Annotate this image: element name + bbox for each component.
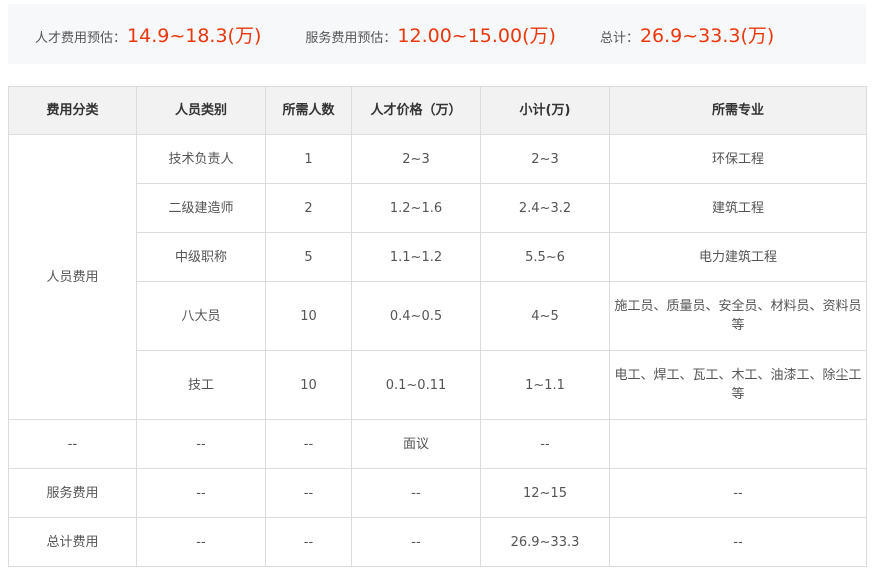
table-row: 八大员 10 0.4~0.5 4~5 施工员、质量员、安全员、材料员、资料员等 xyxy=(9,281,867,351)
staff-type-cell: -- xyxy=(136,468,266,518)
talent-cost-value: 14.9~18.3(万) xyxy=(127,24,262,47)
category-cell: 总计费用 xyxy=(8,517,137,567)
subtotal-cell: -- xyxy=(480,419,610,469)
table-row-service-fee: 服务费用 -- -- -- 12~15 -- xyxy=(8,468,867,518)
column-header-subtotal: 小计(万) xyxy=(480,86,610,135)
table-header-row: 费用分类 人员类别 所需人数 人才价格（万） 小计(万) 所需专业 xyxy=(8,86,867,135)
talent-price-cell: 面议 xyxy=(351,419,481,469)
subtotal-cell: 26.9~33.3 xyxy=(480,517,610,567)
subtotal-cell[interactable]: 5.5~6 xyxy=(480,232,610,282)
headcount-cell: -- xyxy=(265,419,352,469)
talent-cost-estimate: 人才费用预估： 14.9~18.3(万) xyxy=(35,21,261,48)
talent-price-cell: 1.2~1.6 xyxy=(351,183,481,233)
category-cell: 服务费用 xyxy=(8,468,137,518)
column-header-staff-type: 人员类别 xyxy=(136,86,266,135)
major-cell: 施工员、质量员、安全员、材料员、资料员等 xyxy=(609,281,867,351)
major-cell: 环保工程 xyxy=(609,134,867,184)
talent-price-cell: 0.4~0.5 xyxy=(351,281,481,351)
headcount-cell: 2 xyxy=(265,183,352,233)
total-cost-label: 总计： xyxy=(599,30,639,46)
column-header-headcount: 所需人数 xyxy=(265,86,352,135)
headcount-cell: 10 xyxy=(265,350,352,420)
headcount-cell: -- xyxy=(265,517,352,567)
total-cost-value: 26.9~33.3(万) xyxy=(639,24,775,47)
service-cost-value: 12.00~15.00(万) xyxy=(397,24,556,47)
service-cost-estimate: 服务费用预估： 12.00~15.00(万) xyxy=(305,21,556,48)
staff-type-cell: -- xyxy=(136,419,266,469)
table-row-negotiable: -- -- -- 面议 -- xyxy=(8,419,867,469)
column-header-category: 费用分类 xyxy=(8,86,137,135)
subtotal-cell[interactable]: 4~5 xyxy=(480,281,610,351)
staff-type-cell: 二级建造师 xyxy=(136,183,266,233)
staff-type-cell: 技工 xyxy=(136,350,266,420)
column-header-talent-price: 人才价格（万） xyxy=(351,86,481,135)
major-cell: -- xyxy=(609,517,867,567)
major-cell: 电力建筑工程 xyxy=(609,232,867,282)
table-row: 二级建造师 2 1.2~1.6 2.4~3.2 建筑工程 xyxy=(9,183,867,233)
talent-cost-label: 人才费用预估： xyxy=(35,30,127,46)
talent-price-cell: -- xyxy=(351,468,481,518)
subtotal-cell: 12~15 xyxy=(480,468,610,518)
major-cell: -- xyxy=(609,468,867,518)
headcount-cell: 10 xyxy=(265,281,352,351)
staff-type-cell: -- xyxy=(136,517,266,567)
subtotal-cell[interactable]: 2.4~3.2 xyxy=(480,183,610,233)
staff-type-cell: 技术负责人 xyxy=(136,134,266,184)
subtotal-cell[interactable]: 1~1.1 xyxy=(480,350,610,420)
talent-price-cell: 1.1~1.2 xyxy=(351,232,481,282)
staff-type-cell: 八大员 xyxy=(136,281,266,351)
category-cell: -- xyxy=(8,419,137,469)
total-cost-estimate: 总计： 26.9~33.3(万) xyxy=(600,21,774,48)
column-header-major: 所需专业 xyxy=(609,86,867,135)
major-cell: 建筑工程 xyxy=(609,183,867,233)
headcount-cell: -- xyxy=(265,468,352,518)
category-cell-personnel: 人员费用 xyxy=(8,134,137,420)
cost-summary-bar: 人才费用预估： 14.9~18.3(万) 服务费用预估： 12.00~15.00… xyxy=(8,4,866,64)
talent-price-cell: -- xyxy=(351,517,481,567)
table-row: 技工 10 0.1~0.11 1~1.1 电工、焊工、瓦工、木工、油漆工、除尘工… xyxy=(9,350,867,420)
cost-breakdown-table: 费用分类 人员类别 所需人数 人才价格（万） 小计(万) 所需专业 人员费用 技… xyxy=(8,86,867,567)
headcount-cell: 5 xyxy=(265,232,352,282)
headcount-cell: 1 xyxy=(265,134,352,184)
talent-price-cell: 2~3 xyxy=(351,134,481,184)
table-row-total-fee: 总计费用 -- -- -- 26.9~33.3 -- xyxy=(8,517,867,567)
table-row: 人员费用 技术负责人 1 2~3 2~3 环保工程 xyxy=(8,134,867,420)
staff-type-cell: 中级职称 xyxy=(136,232,266,282)
subtotal-cell[interactable]: 2~3 xyxy=(480,134,610,184)
major-cell: 电工、焊工、瓦工、木工、油漆工、除尘工等 xyxy=(609,350,867,420)
table-row: 中级职称 5 1.1~1.2 5.5~6 电力建筑工程 xyxy=(9,232,867,282)
major-cell xyxy=(609,419,867,469)
talent-price-cell: 0.1~0.11 xyxy=(351,350,481,420)
service-cost-label: 服务费用预估： xyxy=(305,30,397,46)
